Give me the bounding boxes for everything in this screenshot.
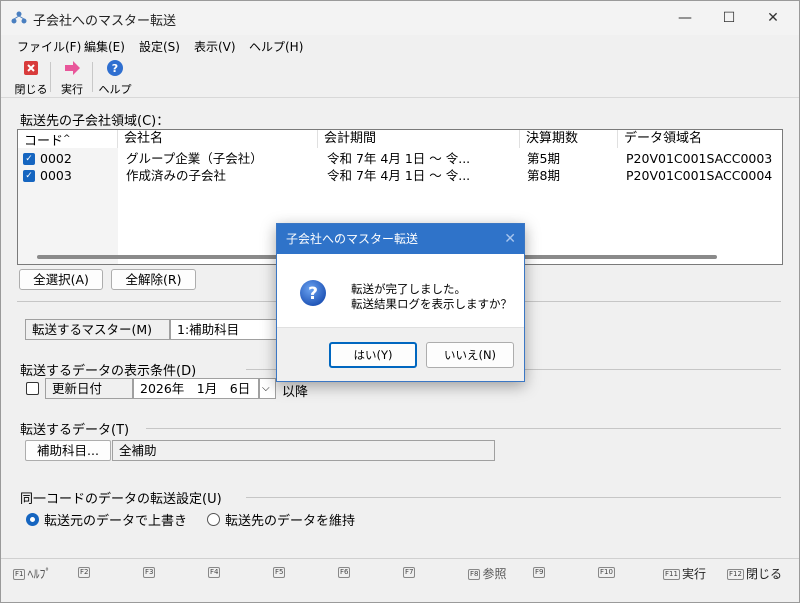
cell-area: P20V01C001SACC0004 <box>626 168 773 183</box>
help-tool-label: ヘルプ <box>98 83 132 96</box>
data-transfer-value: 全補助 <box>112 440 495 461</box>
cell-fiscal: 第8期 <box>527 168 560 183</box>
date-input[interactable]: 2026年 1月 6日 <box>133 378 259 399</box>
app-icon <box>11 11 27 24</box>
f6-key[interactable]: F6 <box>338 565 352 579</box>
sort-icon: ^ <box>63 134 71 144</box>
dialog-title: 子会社へのマスター転送 <box>286 232 419 246</box>
menu-help[interactable]: ヘルプ(H) <box>249 38 303 55</box>
column-header-period[interactable]: 会計期間 <box>318 130 520 148</box>
maximize-button[interactable]: ☐ <box>707 1 751 35</box>
chevron-down-icon: ⌵ <box>262 383 270 394</box>
cell-name: 作成済みの子会社 <box>126 168 227 183</box>
menu-edit[interactable]: 編集(E) <box>84 38 125 55</box>
f1-key[interactable]: F1 ﾍﾙﾌﾟ <box>13 565 52 582</box>
menu-bar: ファイル(F) 編集(E) 設定(S) 表示(V) ヘルプ(H) <box>1 35 799 55</box>
title-bar: 子会社へのマスター転送 — ☐ ✕ <box>1 1 799 35</box>
cell-period: 令和 7年 4月 1日 ～ 令... <box>327 151 471 166</box>
f12-key[interactable]: F12 閉じる <box>727 565 782 582</box>
f11-key[interactable]: F11 実行 <box>663 565 706 582</box>
help-icon: ? <box>107 60 123 76</box>
close-window-button[interactable]: ✕ <box>751 1 795 35</box>
yes-button[interactable]: はい(Y) <box>329 342 417 368</box>
condition-suffix: 以降 <box>282 385 309 400</box>
column-header-fiscal[interactable]: 決算期数 <box>520 130 618 148</box>
table-row[interactable]: ✓ 0003 作成済みの子会社 令和 7年 4月 1日 ～ 令... 第8期 P… <box>18 167 782 184</box>
run-tool-label: 実行 <box>61 83 83 96</box>
toolbar-divider <box>1 97 799 98</box>
same-code-label: 同一コードのデータの転送設定(U) <box>20 492 222 507</box>
keep-label[interactable]: 転送先のデータを維持 <box>225 510 355 529</box>
f4-key[interactable]: F4 <box>208 565 222 579</box>
dialog-message-line1: 転送が完了しました。 <box>351 282 466 296</box>
close-icon <box>24 61 38 75</box>
f5-key[interactable]: F5 <box>273 565 287 579</box>
menu-settings[interactable]: 設定(S) <box>139 38 180 55</box>
close-tool-button[interactable]: 閉じる <box>13 59 49 97</box>
f10-key[interactable]: F10 <box>598 565 617 579</box>
toolbar: 閉じる 実行 ? ヘルプ <box>1 56 799 96</box>
menu-file[interactable]: ファイル(F) <box>17 38 81 55</box>
select-all-button[interactable]: 全選択(A) <box>19 269 103 290</box>
close-tool-label: 閉じる <box>14 83 48 96</box>
dialog-title-bar: 子会社へのマスター転送 ✕ <box>277 224 524 254</box>
toolbar-separator <box>92 62 93 92</box>
cell-code: 0002 <box>40 151 72 166</box>
condition-label: 転送するデータの表示条件(D) <box>20 364 197 379</box>
minimize-button[interactable]: — <box>663 1 707 35</box>
overwrite-radio[interactable] <box>26 513 39 526</box>
sub-account-button[interactable]: 補助科目... <box>25 440 111 461</box>
dialog-close-icon[interactable]: ✕ <box>504 224 516 254</box>
section-divider <box>246 497 781 498</box>
overwrite-label[interactable]: 転送元のデータで上書き <box>44 510 187 529</box>
f7-key[interactable]: F7 <box>403 565 417 579</box>
f9-key[interactable]: F9 <box>533 565 547 579</box>
completion-dialog: 子会社へのマスター転送 ✕ ? 転送が完了しました。 転送結果ログを表示しますか… <box>276 223 525 382</box>
keep-radio[interactable] <box>207 513 220 526</box>
cell-fiscal: 第5期 <box>527 151 560 166</box>
table-row[interactable]: ✓ 0002 グループ企業（子会社） 令和 7年 4月 1日 ～ 令... 第5… <box>18 150 782 167</box>
dialog-footer: はい(Y) いいえ(N) <box>277 327 524 381</box>
question-icon: ? <box>300 280 326 306</box>
cell-area: P20V01C001SACC0003 <box>626 151 773 166</box>
svg-text:?: ? <box>308 284 318 304</box>
column-header-area[interactable]: データ領域名 <box>618 130 782 148</box>
data-transfer-label: 転送するデータ(T) <box>20 423 130 438</box>
f8-key[interactable]: F8 参照 <box>468 565 507 582</box>
condition-checkbox[interactable] <box>26 382 39 395</box>
f3-key[interactable]: F3 <box>143 565 157 579</box>
help-tool-button[interactable]: ? ヘルプ <box>98 59 132 97</box>
column-header-code[interactable]: コード^ <box>18 130 118 148</box>
master-label-box: 転送するマスター(M) <box>25 319 170 340</box>
f2-key[interactable]: F2 <box>78 565 92 579</box>
arrow-right-icon <box>65 61 80 75</box>
cell-name: グループ企業（子会社） <box>126 151 263 166</box>
no-button[interactable]: いいえ(N) <box>426 342 514 368</box>
cell-code: 0003 <box>40 168 72 183</box>
svg-text:?: ? <box>112 62 118 75</box>
date-dropdown-button[interactable]: ⌵ <box>259 378 276 399</box>
dialog-message-line2: 転送結果ログを表示しますか？ <box>351 297 512 311</box>
row-checkbox[interactable]: ✓ <box>23 170 35 182</box>
toolbar-separator <box>50 62 51 92</box>
dest-area-label: 転送先の子会社領域(C)： <box>20 114 170 129</box>
cell-period: 令和 7年 4月 1日 ～ 令... <box>327 168 471 183</box>
master-select[interactable]: 1:補助科目 <box>170 319 280 340</box>
menu-view[interactable]: 表示(V) <box>194 38 236 55</box>
section-divider <box>146 428 781 429</box>
row-checkbox[interactable]: ✓ <box>23 153 35 165</box>
window-title: 子会社へのマスター転送 <box>33 14 177 29</box>
function-key-bar: F1 ﾍﾙﾌﾟ F2 F3 F4 F5 F6 F7 F8 参照 F9 F10 F11… <box>1 558 799 584</box>
condition-field-box: 更新日付 <box>45 378 133 399</box>
run-tool-button[interactable]: 実行 <box>56 59 88 97</box>
column-header-name[interactable]: 会社名 <box>118 130 318 148</box>
deselect-all-button[interactable]: 全解除(R) <box>111 269 196 290</box>
